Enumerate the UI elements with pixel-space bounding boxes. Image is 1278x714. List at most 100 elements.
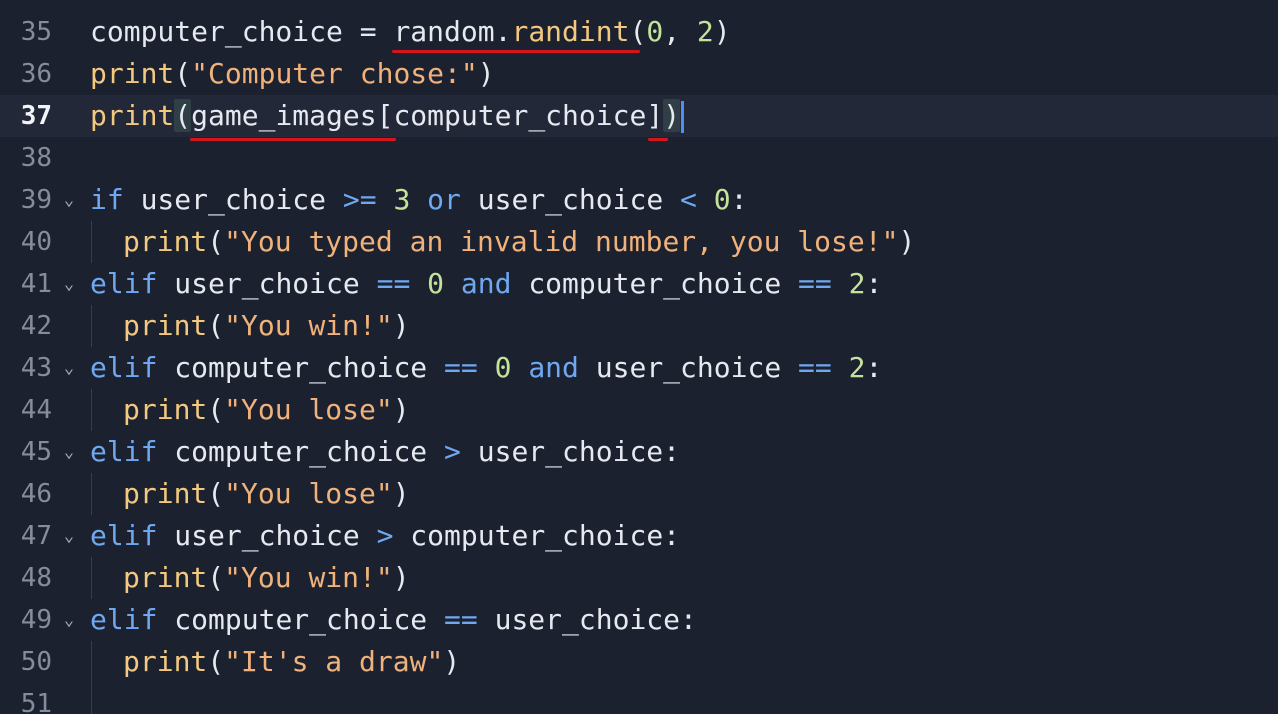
line-number: 46	[20, 479, 52, 509]
code-token: print	[90, 99, 175, 132]
code-token: [	[376, 99, 394, 132]
code-token: user_choice	[157, 267, 377, 300]
code-token: user_choice	[157, 519, 377, 552]
code-token: :	[663, 435, 681, 468]
code-line-43[interactable]: 43 ⌄ elif computer_choice == 0 and user_…	[0, 347, 1278, 389]
code-token: elif	[90, 351, 158, 384]
code-token: print	[123, 309, 208, 342]
code-token: <	[680, 183, 697, 216]
code-editor[interactable]: 35 computer_choice = random.randint(0, 2…	[0, 0, 1278, 714]
chevron-down-icon[interactable]: ⌄	[60, 191, 78, 209]
code-line-40[interactable]: 40 print("You typed an invalid number, y…	[0, 221, 1278, 263]
code-text[interactable]: print("You win!")	[123, 557, 410, 599]
chevron-down-icon[interactable]: ⌄	[60, 275, 78, 293]
line-number: 50	[20, 647, 52, 677]
line-number: 42	[20, 311, 52, 341]
code-token: (	[174, 57, 192, 90]
code-token: ,	[663, 15, 697, 48]
code-token: :	[730, 183, 748, 216]
code-line-46[interactable]: 46 print("You lose")	[0, 473, 1278, 515]
code-line-39[interactable]: 39 ⌄ if user_choice >= 3 or user_choice …	[0, 179, 1278, 221]
code-token: computer_choice	[393, 99, 647, 132]
code-line-48[interactable]: 48 print("You win!")	[0, 557, 1278, 599]
code-text[interactable]: elif computer_choice == user_choice:	[90, 599, 697, 641]
code-token: )	[392, 393, 410, 426]
code-token: >=	[342, 183, 377, 216]
line-number: 43	[20, 353, 52, 383]
code-text[interactable]: print("Computer chose:")	[90, 53, 495, 95]
code-token: computer_choice	[90, 15, 343, 48]
code-text[interactable]: print("It's a draw")	[123, 641, 460, 683]
code-token: randint	[511, 15, 630, 48]
code-line-38[interactable]: 38	[0, 137, 1278, 179]
line-number: 39	[20, 185, 52, 215]
indent-guide	[91, 557, 92, 599]
code-line-36[interactable]: 36 print("Computer chose:")	[0, 53, 1278, 95]
code-token: 0	[646, 15, 664, 48]
code-text[interactable]: computer_choice = random.randint(0, 2)	[90, 11, 731, 53]
line-number: 48	[20, 563, 52, 593]
code-token: .	[494, 15, 512, 48]
code-text[interactable]: print("You lose")	[123, 389, 410, 431]
indent-guide	[91, 473, 92, 515]
code-token: computer_choice	[393, 519, 664, 552]
code-line-49[interactable]: 49 ⌄ elif computer_choice == user_choice…	[0, 599, 1278, 641]
code-token: :	[865, 351, 883, 384]
code-line-42[interactable]: 42 print("You win!")	[0, 305, 1278, 347]
line-number: 38	[20, 143, 52, 173]
code-line-35[interactable]: 35 computer_choice = random.randint(0, 2…	[0, 11, 1278, 53]
code-text[interactable]: print("You lose")	[123, 473, 410, 515]
code-token: 3	[393, 183, 411, 216]
code-token: user_choice	[578, 351, 799, 384]
code-token: random	[393, 15, 495, 48]
indent-guide	[91, 641, 92, 683]
code-token: :	[865, 267, 883, 300]
code-text[interactable]: print(game_images[computer_choice])	[90, 95, 685, 137]
chevron-down-icon[interactable]: ⌄	[60, 611, 78, 629]
code-text[interactable]: elif user_choice > computer_choice:	[90, 515, 680, 557]
chevron-down-icon[interactable]: ⌄	[60, 359, 78, 377]
code-token: if	[90, 183, 124, 216]
code-token: elif	[90, 603, 158, 636]
code-token: ]	[646, 99, 664, 132]
code-token: ==	[798, 267, 832, 300]
code-token: computer_choice	[157, 603, 445, 636]
code-text[interactable]: print("You win!")	[123, 305, 410, 347]
code-line-50[interactable]: 50 print("It's a draw")	[0, 641, 1278, 683]
code-line-41[interactable]: 41 ⌄ elif user_choice == 0 and computer_…	[0, 263, 1278, 305]
chevron-down-icon[interactable]: ⌄	[60, 527, 78, 545]
code-token: user_choice	[123, 183, 343, 216]
code-token: "You win!"	[224, 561, 393, 594]
code-token: print	[123, 561, 208, 594]
code-token: )	[443, 645, 461, 678]
line-number: 51	[20, 689, 52, 714]
indent-guide	[91, 389, 92, 431]
code-token: )	[898, 225, 916, 258]
code-token: 2	[848, 351, 866, 384]
code-line-51[interactable]: 51	[0, 683, 1278, 714]
code-token: game_images	[191, 99, 377, 132]
code-token: (	[207, 393, 225, 426]
code-text[interactable]: elif user_choice == 0 and computer_choic…	[90, 263, 882, 305]
code-text[interactable]: elif computer_choice > user_choice:	[90, 431, 680, 473]
code-token: 0	[427, 267, 445, 300]
code-text[interactable]: if user_choice >= 3 or user_choice < 0:	[90, 179, 747, 221]
code-token: 0	[494, 351, 512, 384]
code-token: ==	[798, 351, 832, 384]
chevron-down-icon[interactable]: ⌄	[60, 443, 78, 461]
code-token: ==	[444, 351, 478, 384]
code-line-47[interactable]: 47 ⌄ elif user_choice > computer_choice:	[0, 515, 1278, 557]
code-token: "You lose"	[224, 477, 393, 510]
matched-bracket: (	[174, 99, 192, 132]
line-number: 40	[20, 227, 52, 257]
code-line-37-current[interactable]: 37 print(game_images[computer_choice])	[0, 95, 1278, 137]
code-line-44[interactable]: 44 print("You lose")	[0, 389, 1278, 431]
code-text[interactable]: elif computer_choice == 0 and user_choic…	[90, 347, 882, 389]
code-text[interactable]: print("You typed an invalid number, you …	[123, 221, 915, 263]
code-token: :	[680, 603, 697, 636]
code-token: "Computer chose:"	[191, 57, 478, 90]
code-line-45[interactable]: 45 ⌄ elif computer_choice > user_choice:	[0, 431, 1278, 473]
code-token: ==	[376, 267, 411, 300]
